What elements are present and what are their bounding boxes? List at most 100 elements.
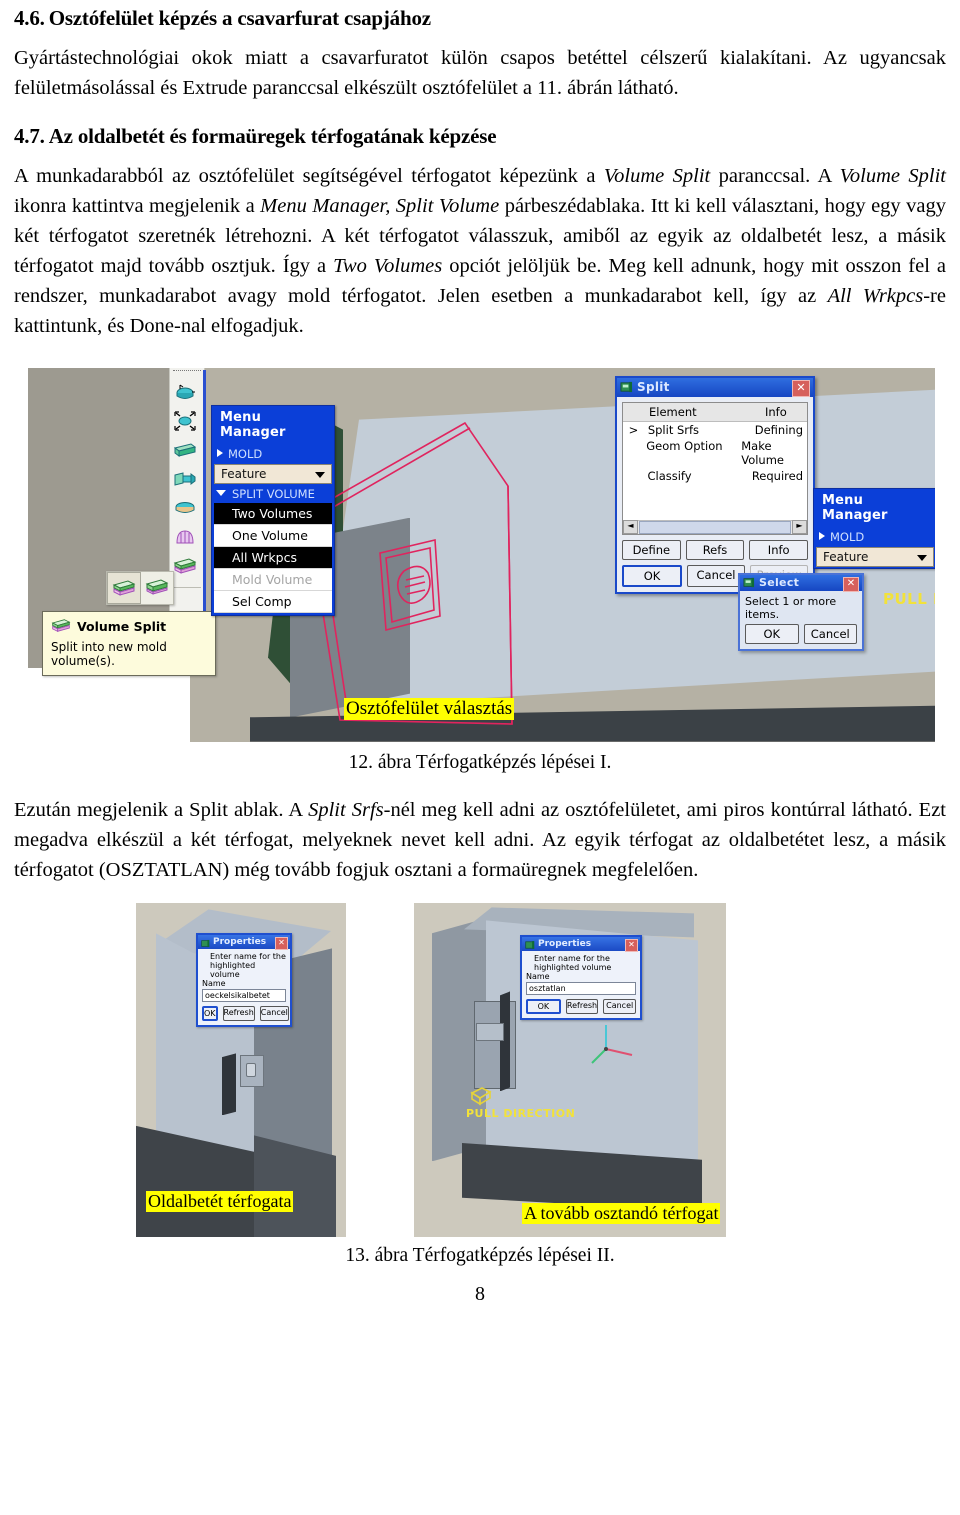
split-volume-item-list[interactable]: Two Volumes One Volume All Wrkpcs Mold V…: [214, 502, 332, 613]
chevron-down-icon[interactable]: [315, 471, 325, 478]
properties-title: Properties: [213, 937, 267, 948]
mold-extract-icon[interactable]: [170, 465, 200, 494]
mold-skirt-icon[interactable]: [170, 523, 200, 552]
cancel-button[interactable]: Cancel: [259, 1006, 289, 1022]
chevron-down-icon: [216, 489, 226, 500]
mold-block-icon[interactable]: [170, 436, 200, 465]
menu-manager-2-title: Menu Manager: [814, 488, 935, 528]
menu-item-one-volume[interactable]: One Volume: [214, 524, 332, 547]
volume-split-icon-small: [51, 618, 71, 636]
menu-manager-2-mold-row[interactable]: MOLD: [814, 527, 935, 546]
chevron-right-icon: [217, 448, 223, 457]
mold-cavity-icon[interactable]: [170, 378, 200, 407]
right-insert-rib: [500, 991, 510, 1092]
emphasis-text: All Wrkpcs: [827, 284, 924, 307]
properties-buttons: OK Refresh Cancel: [202, 1006, 289, 1022]
volume-split-flyout[interactable]: [106, 570, 174, 605]
split-element-table[interactable]: Element Info > Split Srfs Defining Geom …: [622, 401, 808, 535]
volume-split-flyout-icon[interactable]: [107, 571, 141, 604]
properties-titlebar[interactable]: Properties ✕: [522, 937, 640, 952]
plain-text: Ezután megjelenik a Split ablak. A: [14, 798, 309, 821]
volume-name-input[interactable]: osztatlan: [526, 982, 636, 996]
emphasis-text: Menu Manager, Split Volume: [260, 195, 500, 218]
properties-prompt: Enter name for the highlighted volume: [210, 952, 286, 980]
close-icon[interactable]: ✕: [625, 938, 638, 952]
volume-merge-icon[interactable]: [141, 572, 173, 602]
chevron-down-icon[interactable]: [917, 554, 927, 561]
menu-item-two-volumes[interactable]: Two Volumes: [214, 502, 332, 525]
mold-volume-icon[interactable]: [170, 494, 200, 523]
osztofelulet-valasztas-label: Osztófelület választás: [344, 697, 515, 720]
ok-button[interactable]: OK: [202, 1006, 218, 1022]
menu-item-all-wrkpcs[interactable]: All Wrkpcs: [214, 546, 332, 569]
table-row[interactable]: Geom Option Make Volume: [623, 438, 807, 468]
menu-manager-panel[interactable]: Menu Manager MOLD Feature SPLIT VOLUME T…: [211, 404, 335, 616]
rich-paragraph: A munkadarabból az osztófelület segítség…: [14, 165, 946, 337]
cancel-button[interactable]: Cancel: [603, 999, 637, 1015]
chevron-right-icon: [819, 531, 825, 540]
info-button[interactable]: Info: [749, 539, 809, 560]
select-ok-button[interactable]: OK: [745, 623, 799, 644]
figure-13-right-screenshot: PULL DIRECTION Properties ✕ Enter name f…: [414, 903, 726, 1238]
paragraph-4-6: Gyártástechnológiai okok miatt a csavarf…: [14, 44, 946, 104]
close-icon[interactable]: ✕: [275, 936, 288, 950]
ok-button[interactable]: OK: [526, 999, 561, 1015]
figure-12-caption: 12. ábra Térfogatképzés lépései I.: [348, 751, 612, 773]
toolbar-drag-dots[interactable]: [173, 369, 201, 376]
page-content: 4.6. Osztófelület képzés a csavarfurat cs…: [0, 6, 960, 1306]
split-dialog[interactable]: Split ✕ Element Info > Split Srfs Defini…: [615, 375, 815, 594]
menu-manager-panel-2[interactable]: Menu Manager MOLD Feature: [813, 487, 935, 569]
plain-text: A munkadarabból az osztófelület segítség…: [14, 165, 604, 188]
figure-13-left-screenshot: Properties ✕ Enter name for the highligh…: [136, 903, 346, 1238]
define-button[interactable]: Define: [622, 539, 681, 560]
row-element: Geom Option: [646, 438, 723, 453]
scrollbar-thumb[interactable]: [639, 520, 791, 534]
volume-split-icon[interactable]: [170, 552, 200, 581]
row-marker: [623, 438, 642, 468]
toolbar-bottom-divider: [173, 586, 201, 593]
ok-button[interactable]: OK: [622, 564, 682, 587]
volume-name-input[interactable]: oeckelsikalbetet: [202, 989, 286, 1003]
refresh-button[interactable]: Refresh: [222, 1006, 255, 1022]
menu-manager-mold-row[interactable]: MOLD: [212, 444, 334, 463]
table-row[interactable]: Classify Required: [623, 468, 807, 484]
split-dialog-icon: [620, 378, 633, 397]
properties-body: Enter name for the highlighted volume Na…: [198, 949, 290, 1025]
row-marker: [623, 468, 643, 484]
refs-button[interactable]: Refs: [685, 539, 745, 560]
row-info: Defining: [754, 422, 803, 437]
close-icon[interactable]: ✕: [843, 576, 859, 592]
figure-13-wrapper: Properties ✕ Enter name for the highligh…: [14, 903, 946, 1238]
menu-item-mold-volume: Mold Volume: [214, 568, 332, 591]
close-icon[interactable]: ✕: [792, 379, 810, 397]
select-dialog[interactable]: Select ✕ Select 1 or more items. OK Canc…: [738, 572, 864, 651]
marker-col-header: [623, 403, 645, 421]
cancel-button[interactable]: Cancel: [687, 564, 745, 587]
scroll-left-arrow[interactable]: ◄: [623, 520, 638, 535]
refresh-button[interactable]: Refresh: [565, 999, 599, 1015]
properties-titlebar[interactable]: Properties ✕: [198, 933, 290, 952]
mold-expand-icon[interactable]: [170, 407, 200, 436]
menu-manager-split-volume-row[interactable]: SPLIT VOLUME: [212, 484, 334, 503]
scroll-right-arrow[interactable]: ►: [792, 520, 807, 535]
row-info: Make Volume: [741, 438, 784, 467]
select-dialog-titlebar[interactable]: Select ✕: [740, 574, 862, 592]
properties-dialog-left[interactable]: Properties ✕ Enter name for the highligh…: [196, 933, 292, 1028]
properties-dialog-right[interactable]: Properties ✕ Enter name for the highligh…: [520, 935, 642, 1021]
row-marker: >: [628, 422, 639, 437]
pull-direction-label: PULL DIRECTION: [466, 1107, 576, 1121]
menu-item-sel-comp[interactable]: Sel Comp: [214, 590, 332, 613]
split-volume-label: SPLIT VOLUME: [232, 486, 315, 501]
info-col-header: Info: [765, 404, 787, 419]
properties-dialog-icon: [201, 933, 210, 952]
split-dialog-titlebar[interactable]: Split ✕: [617, 377, 813, 397]
horizontal-scrollbar[interactable]: ◄ ►: [623, 519, 807, 535]
insert-rib-detail: [222, 1053, 236, 1116]
tooltip-title: Volume Split: [77, 619, 167, 635]
select-dialog-message: Select 1 or more items.: [745, 594, 837, 621]
table-row[interactable]: > Split Srfs Defining: [623, 422, 807, 438]
select-cancel-button[interactable]: Cancel: [803, 623, 857, 644]
menu-manager-2-feature-combo[interactable]: Feature: [816, 546, 934, 567]
menu-manager-feature-combo[interactable]: Feature: [214, 463, 332, 484]
table-empty-space: [623, 484, 807, 520]
